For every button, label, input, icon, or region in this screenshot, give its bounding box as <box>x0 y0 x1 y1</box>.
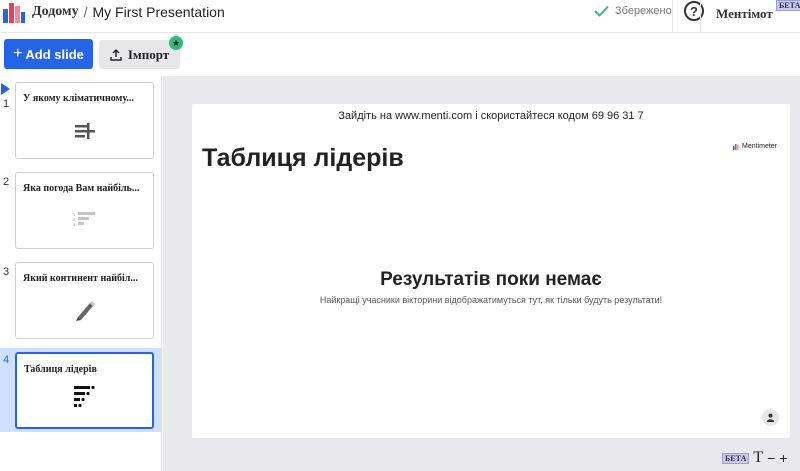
beta-badge: БЕТА <box>722 452 750 464</box>
person-icon <box>766 413 775 422</box>
user-menu[interactable]: Ментімот <box>716 6 773 22</box>
slider-icon <box>74 123 95 139</box>
leaderboard-icon <box>73 385 95 408</box>
breadcrumb: Додому / My First Presentation <box>32 4 225 20</box>
slide-thumbnail-title: Який континент найбіл... <box>23 273 138 284</box>
pen-icon <box>75 301 95 321</box>
decrease-text-button[interactable]: − <box>767 450 775 466</box>
help-button[interactable]: ? <box>684 1 704 21</box>
star-icon: ★ <box>169 36 183 50</box>
empty-state-subtitle: Найкращі учасники вікторини відображатим… <box>319 295 663 305</box>
slide-thumbnail-title: Яка погода Вам найбіль... <box>23 183 140 194</box>
mentimeter-logo-icon[interactable] <box>3 3 25 23</box>
slide-item-4[interactable]: 4 Таблиця лідерів <box>0 348 161 432</box>
slide-thumbnail-title: У якому кліматичному... <box>23 93 134 104</box>
slide-thumbnail[interactable]: Таблиця лідерів <box>15 352 154 429</box>
empty-state-title: Результатів поки немає <box>380 269 602 290</box>
mentimeter-branding: Mentimeter <box>733 143 777 150</box>
svg-text:3: 3 <box>73 222 76 227</box>
saved-status-label: Збережено <box>615 5 672 17</box>
slide-thumbnail[interactable]: Який континент найбіл... <box>15 262 154 339</box>
text-size-controls: БЕТА T − + <box>722 449 788 467</box>
slide-number: 3 <box>3 266 10 278</box>
increase-text-button[interactable]: + <box>779 450 787 466</box>
slide-number: 2 <box>3 176 10 188</box>
join-instructions: Зайдіть на www.menti.com і скористайтеся… <box>338 110 644 122</box>
slide-preview[interactable]: Зайдіть на www.menti.com і скористайтеся… <box>192 104 790 438</box>
home-link[interactable]: Додому <box>32 4 79 20</box>
upload-icon <box>110 48 122 61</box>
top-bar: Додому / My First Presentation Збережено… <box>0 0 800 32</box>
slide-item-3[interactable]: 3 Який континент найбіл... <box>0 258 161 342</box>
brand-label: Mentimeter <box>742 143 778 150</box>
slide-thumbnail-title: Таблиця лідерів <box>24 364 97 375</box>
saved-status: Збережено <box>594 5 672 17</box>
import-label: Імпорт <box>127 46 170 62</box>
font-icon[interactable]: T <box>753 449 763 467</box>
slide-item-2[interactable]: 2 Яка погода Вам найбіль... 1 2 3 <box>0 168 161 252</box>
participants-button[interactable] <box>762 409 779 426</box>
beta-badge: БЕТА <box>776 0 800 11</box>
slide-number: 1 <box>3 98 10 110</box>
import-button[interactable]: Імпорт <box>99 40 180 69</box>
divider <box>672 0 673 32</box>
add-slide-label: Add slide <box>25 46 84 62</box>
mentimeter-logo-icon <box>733 143 739 150</box>
slide-thumbnail[interactable]: Яка погода Вам найбіль... 1 2 3 <box>15 172 154 249</box>
divider <box>700 0 701 32</box>
add-slide-button[interactable]: + Add slide <box>4 39 93 69</box>
presentation-name[interactable]: My First Presentation <box>92 4 224 20</box>
check-icon <box>594 5 609 17</box>
plus-icon: + <box>13 45 23 62</box>
divider <box>0 32 800 33</box>
slide-title[interactable]: Таблиця лідерів <box>202 144 404 173</box>
slide-item-1[interactable]: 1 У якому кліматичному... <box>0 78 161 162</box>
ranking-icon: 1 2 3 <box>73 212 95 227</box>
slide-thumbnail[interactable]: У якому кліматичному... <box>15 82 154 159</box>
breadcrumb-separator: / <box>83 4 88 20</box>
slide-number: 4 <box>3 354 10 366</box>
